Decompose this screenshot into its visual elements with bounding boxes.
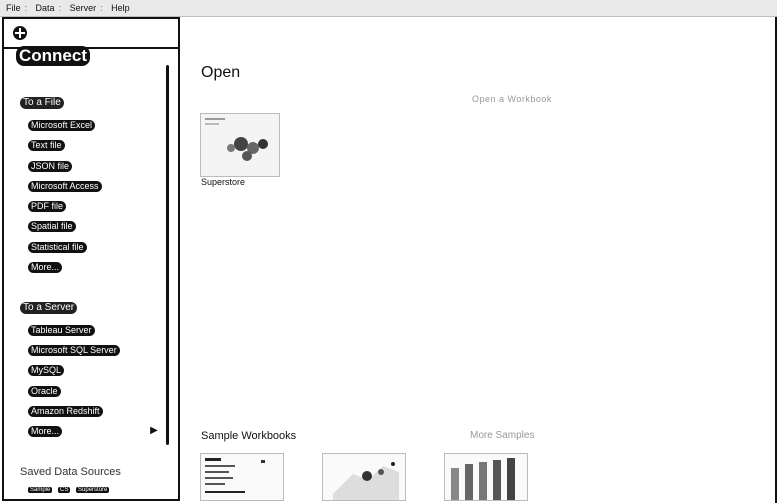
connector-statistical-file[interactable]: Statistical file [28,242,87,253]
connector-json-file[interactable]: JSON file [28,161,73,172]
menu-separator: : [24,3,28,13]
connector-server-more[interactable]: More... [28,426,63,437]
connector-microsoft-sql-server[interactable]: Microsoft SQL Server [28,345,120,356]
saved-source-item[interactable]: Sample [28,487,53,493]
connector-file-more[interactable]: More... [28,262,63,273]
connector-oracle[interactable]: Oracle [28,386,61,397]
expand-arrow-icon[interactable]: ▶ [148,425,160,437]
menu-separator: : [58,3,62,13]
connector-pdf-file[interactable]: PDF file [28,201,67,212]
tableau-logo-icon[interactable] [12,25,28,41]
sample-workbook-thumbnail[interactable] [200,453,284,501]
connector-spatial-file[interactable]: Spatial file [28,221,76,232]
menu-help[interactable]: Help [105,0,130,16]
recent-workbook-thumbnail[interactable] [200,113,280,177]
to-a-file-heading: To a File [20,97,64,109]
sample-workbook-thumbnail[interactable] [444,453,528,501]
sample-workbook-thumbnail[interactable] [322,453,406,501]
connect-title: Connect [16,46,90,66]
saved-data-sources-list: Sample CS Superstore [28,487,113,493]
sidebar-header [4,19,178,49]
connector-microsoft-excel[interactable]: Microsoft Excel [28,120,96,131]
sample-workbooks-title: Sample Workbooks [201,430,297,442]
menu-data[interactable]: Data [30,0,55,16]
sidebar-scrollbar[interactable] [166,65,169,445]
more-samples-link[interactable]: More Samples [470,430,534,441]
menu-separator: : [100,3,103,13]
sample-table-preview-icon [205,458,265,493]
saved-source-item[interactable]: Superstore [76,487,110,493]
connector-tableau-server[interactable]: Tableau Server [28,325,95,336]
connector-amazon-redshift[interactable]: Amazon Redshift [28,406,103,417]
recent-workbook-label[interactable]: Superstore [201,177,245,187]
menu-server[interactable]: Server [64,0,97,16]
connector-mysql[interactable]: MySQL [28,365,65,376]
workbook-preview-icon [205,118,268,161]
open-workbook-link[interactable]: Open a Workbook [472,94,552,104]
connector-text-file[interactable]: Text file [28,140,65,151]
saved-source-item[interactable]: CS [58,487,71,493]
menu-bar: File: Data: Server: Help [0,0,777,17]
to-a-server-heading: To a Server [20,302,78,314]
open-title: Open [201,64,241,81]
sample-bar-preview-icon [451,458,515,500]
saved-data-sources-heading: Saved Data Sources [20,466,121,478]
connector-microsoft-access[interactable]: Microsoft Access [28,181,102,192]
sample-map-preview-icon [333,462,399,500]
menu-file[interactable]: File [0,0,21,16]
